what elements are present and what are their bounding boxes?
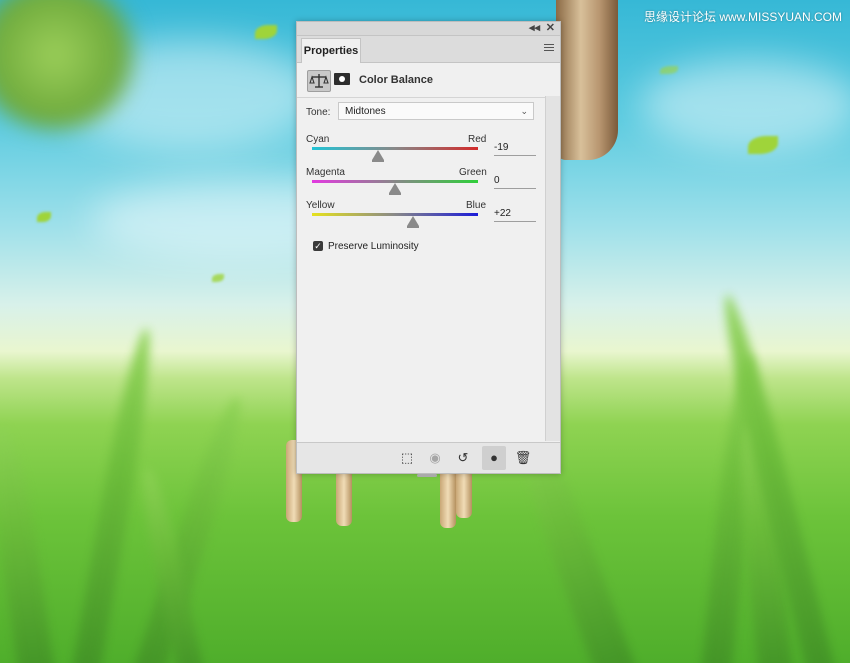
panel-menu-icon[interactable] (544, 44, 554, 53)
slider-value-field[interactable]: -19 (494, 141, 536, 156)
panel-footer: ⬚ ◉ ↺ ● 🗑 (297, 442, 560, 477)
tone-dropdown[interactable]: Midtones ⌄ (338, 102, 534, 120)
chevron-down-icon: ⌄ (520, 106, 528, 116)
tab-properties[interactable]: Properties (301, 38, 361, 63)
panel-scrollbar[interactable] (545, 96, 560, 441)
layer-mask-icon[interactable] (334, 73, 350, 85)
tree-trunk (556, 0, 618, 160)
resize-grip[interactable] (417, 474, 437, 477)
trash-icon[interactable]: 🗑 (511, 446, 535, 470)
slider-left-label: Cyan (306, 134, 330, 145)
visibility-eye-icon[interactable]: ● (482, 446, 506, 470)
watermark: 思缘设计论坛 www.MISSYUAN.COM (643, 10, 842, 24)
tone-value: Midtones (345, 106, 386, 117)
cyan-red-slider[interactable]: Cyan Red -19 (306, 134, 537, 164)
clip-to-layer-icon[interactable]: ⬚ (395, 446, 419, 470)
adjustment-header: Color Balance (297, 63, 560, 98)
slider-left-label: Magenta (306, 167, 345, 178)
view-previous-state-icon[interactable]: ◉ (423, 446, 447, 470)
slider-right-label: Blue (466, 200, 487, 211)
slider-thumb[interactable] (389, 183, 401, 195)
close-panel-icon[interactable]: ✕ (546, 21, 555, 34)
panel-title-strip: ◂◂ ✕ (297, 22, 560, 36)
reset-icon[interactable]: ↺ (451, 446, 475, 470)
collapse-panel-icon[interactable]: ◂◂ (529, 21, 540, 34)
yellow-blue-slider[interactable]: Yellow Blue +22 (306, 200, 537, 230)
slider-value-field[interactable]: +22 (494, 207, 536, 222)
slider-right-label: Green (459, 167, 487, 178)
adjustment-title: Color Balance (359, 74, 433, 86)
slider-value-field[interactable]: 0 (494, 174, 536, 189)
slider-track[interactable] (312, 213, 478, 216)
slider-right-label: Red (468, 134, 487, 145)
properties-panel: ◂◂ ✕ Properties Color Balance Tone: Midt… (296, 21, 561, 477)
slider-left-label: Yellow (306, 200, 335, 211)
preserve-luminosity-label: Preserve Luminosity (328, 241, 419, 252)
slider-thumb[interactable] (407, 216, 420, 228)
panel-tab-row: Properties (297, 36, 560, 63)
balance-scale-icon[interactable] (307, 70, 331, 92)
slider-thumb[interactable] (372, 150, 385, 162)
slider-track[interactable] (312, 147, 478, 150)
magenta-green-slider[interactable]: Magenta Green 0 (306, 167, 537, 197)
preserve-luminosity-checkbox[interactable]: ✓ (313, 241, 323, 251)
tone-label: Tone: (306, 107, 331, 118)
